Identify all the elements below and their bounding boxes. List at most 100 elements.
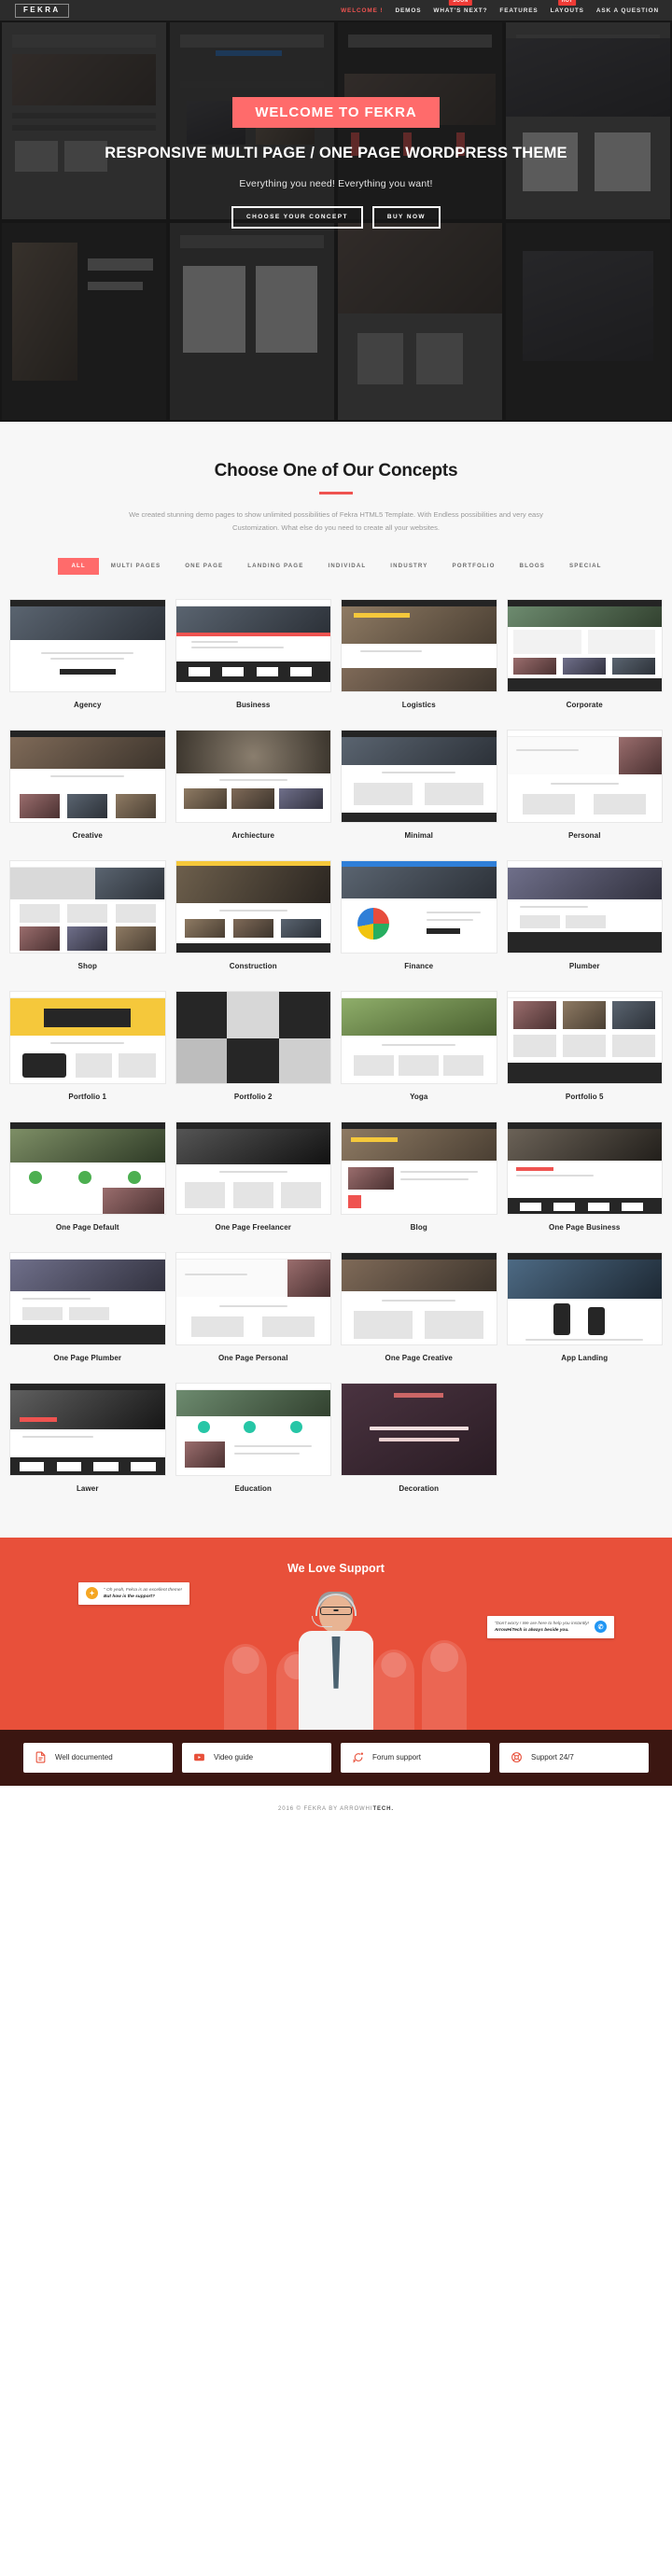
lifebuoy-icon bbox=[511, 1751, 523, 1763]
filter-landing-page[interactable]: LANDING PAGE bbox=[235, 558, 315, 575]
chat-bubble-question: ✦ " Oh yeah, Fekra is an excellent theme… bbox=[78, 1581, 189, 1606]
feature-card-support-24-7[interactable]: Support 24/7 bbox=[499, 1742, 649, 1773]
demo-card: Archiecture bbox=[175, 729, 331, 860]
demo-card: App Landing bbox=[506, 1251, 663, 1383]
demo-thumbnail-onepagecreative[interactable] bbox=[341, 1251, 497, 1345]
feature-card-well-documented[interactable]: Well documented bbox=[23, 1742, 173, 1773]
filter-individal[interactable]: INDIVIDAL bbox=[315, 558, 378, 575]
demo-thumbnail-applanding[interactable] bbox=[506, 1251, 663, 1345]
demo-label: App Landing bbox=[561, 1353, 609, 1362]
bubble-right-line2: ArrowHiTech is always beside you. bbox=[494, 1627, 569, 1633]
demo-thumbnail-creative[interactable] bbox=[9, 729, 166, 823]
demo-grid: Agency Business Logistics Corporate Creative… bbox=[9, 598, 663, 1513]
demo-card: Portfolio 5 bbox=[506, 990, 663, 1121]
document-icon bbox=[35, 1751, 47, 1763]
demo-label: One Page Business bbox=[549, 1222, 621, 1232]
demo-thumbnail-portfolio1[interactable] bbox=[9, 990, 166, 1084]
demo-card: Education bbox=[175, 1382, 331, 1513]
demo-card: One Page Personal bbox=[175, 1251, 331, 1383]
demo-thumbnail-corporate[interactable] bbox=[506, 598, 663, 692]
demo-card: Construction bbox=[175, 859, 331, 991]
filter-special[interactable]: SPECIAL bbox=[557, 558, 614, 575]
demo-thumbnail-onepageplumber[interactable] bbox=[9, 1251, 166, 1345]
demo-label: One Page Plumber bbox=[53, 1353, 122, 1362]
choose-your-concept-button[interactable]: CHOOSE YOUR CONCEPT bbox=[231, 205, 363, 230]
nav-item-layouts[interactable]: HOT LAYOUTS bbox=[551, 0, 584, 14]
demo-label: Portfolio 2 bbox=[233, 1092, 273, 1101]
hero-badge: WELCOME TO FEKRA bbox=[232, 97, 440, 128]
filter-multi-pages[interactable]: MULTI PAGES bbox=[99, 558, 173, 575]
demo-label: Lawer bbox=[76, 1483, 99, 1493]
filter-all[interactable]: ALL bbox=[58, 557, 99, 575]
filter-bar: ALL MULTI PAGES ONE PAGE LANDING PAGE INDIVI… bbox=[0, 557, 672, 575]
demo-label: Agency bbox=[74, 700, 102, 709]
nav-item-label: WELCOME ! bbox=[341, 7, 384, 14]
demo-thumbnail-education[interactable] bbox=[175, 1382, 331, 1476]
nav-item-what-s-next[interactable]: SOON WHAT'S NEXT? bbox=[433, 0, 488, 14]
demo-card: Finance bbox=[341, 859, 497, 991]
demo-thumbnail-lawer[interactable] bbox=[9, 1382, 166, 1476]
lightbulb-icon: ✦ bbox=[86, 1587, 98, 1600]
demo-card: Shop bbox=[9, 859, 166, 991]
demo-label: One Page Default bbox=[55, 1222, 119, 1232]
demo-thumbnail-blog[interactable] bbox=[341, 1121, 497, 1215]
chat-bubble-icon bbox=[352, 1751, 364, 1763]
hero-buttons: CHOOSE YOUR CONCEPT BUY NOW bbox=[0, 205, 672, 230]
chat-bubble-answer: "Don't worry ! We are here to help you i… bbox=[486, 1615, 614, 1639]
demo-label: Portfolio 5 bbox=[565, 1092, 604, 1101]
demo-thumbnail-business[interactable] bbox=[175, 598, 331, 692]
bubble-left-line2: But how is the support? bbox=[104, 1594, 155, 1599]
support-illustration bbox=[0, 1590, 672, 1730]
nav-badge: HOT bbox=[557, 0, 577, 6]
filter-industry[interactable]: INDUSTRY bbox=[378, 558, 440, 575]
demo-thumbnail-onepagedefault[interactable] bbox=[9, 1121, 166, 1215]
nav-item-features[interactable]: FEATURES bbox=[499, 7, 538, 14]
demo-thumbnail-shop[interactable] bbox=[9, 859, 166, 954]
demo-card: Blog bbox=[341, 1121, 497, 1252]
hero-content: WELCOME TO FEKRA RESPONSIVE MULTI PAGE /… bbox=[0, 97, 672, 230]
demo-thumbnail-onepagebusiness[interactable] bbox=[506, 1121, 663, 1215]
nav-item-demos[interactable]: DEMOS bbox=[395, 7, 421, 14]
demo-thumbnail-personal[interactable] bbox=[506, 729, 663, 823]
feature-card-forum-support[interactable]: Forum support bbox=[341, 1742, 490, 1773]
demo-label: Construction bbox=[229, 961, 277, 970]
demo-thumbnail-plumber[interactable] bbox=[506, 859, 663, 954]
nav-badge: SOON bbox=[449, 0, 472, 6]
demo-thumbnail-agency[interactable] bbox=[9, 598, 166, 692]
hero-subtitle: Everything you need! Everything you want… bbox=[239, 177, 433, 189]
demo-thumbnail-yoga[interactable] bbox=[341, 990, 497, 1084]
demo-thumbnail-decoration[interactable] bbox=[341, 1382, 497, 1476]
demo-label: Shop bbox=[77, 961, 97, 970]
logo[interactable]: FEKRA bbox=[15, 3, 69, 18]
demo-thumbnail-portfolio2[interactable] bbox=[175, 990, 331, 1084]
bubble-right-line1: "Don't worry ! We are here to help you i… bbox=[494, 1621, 589, 1626]
nav-item-label: WHAT'S NEXT? bbox=[433, 7, 488, 14]
filter-one-page[interactable]: ONE PAGE bbox=[173, 558, 235, 575]
demo-thumbnail-onepagepersonal[interactable] bbox=[175, 1251, 331, 1345]
nav-item-label: DEMOS bbox=[395, 7, 422, 14]
demo-thumbnail-minimal[interactable] bbox=[341, 729, 497, 823]
demo-thumbnail-construction[interactable] bbox=[175, 859, 331, 954]
demo-label: Portfolio 1 bbox=[68, 1092, 107, 1101]
demo-card: Plumber bbox=[506, 859, 663, 991]
demo-card: Portfolio 2 bbox=[175, 990, 331, 1121]
demo-label: Business bbox=[236, 700, 271, 709]
feature-card-video-guide[interactable]: Video guide bbox=[182, 1742, 331, 1773]
demo-thumbnail-onepagefreelancer[interactable] bbox=[175, 1121, 331, 1215]
filter-portfolio[interactable]: PORTFOLIO bbox=[441, 558, 508, 575]
filter-blogs[interactable]: BLOGS bbox=[508, 558, 558, 575]
demo-thumbnail-portfolio5[interactable] bbox=[506, 990, 663, 1084]
demo-card: One Page Default bbox=[9, 1121, 166, 1252]
demo-card: Lawer bbox=[9, 1382, 166, 1513]
demo-thumbnail-finance[interactable] bbox=[341, 859, 497, 954]
nav-item-ask-a-question[interactable]: ASK A QUESTION bbox=[596, 7, 659, 14]
demo-label: One Page Personal bbox=[217, 1353, 288, 1362]
demo-thumbnail-logistics[interactable] bbox=[341, 598, 497, 692]
support-section: We Love Support ✦ " Oh yeah, Fekra is an… bbox=[0, 1537, 672, 1730]
hero-section: WELCOME TO FEKRA RESPONSIVE MULTI PAGE /… bbox=[0, 21, 672, 422]
demo-thumbnail-architecture[interactable] bbox=[175, 729, 331, 823]
nav-item-welcome[interactable]: WELCOME ! bbox=[341, 7, 383, 14]
demo-label: Corporate bbox=[566, 700, 603, 709]
demo-label: Minimal bbox=[404, 830, 433, 840]
buy-now-button[interactable]: BUY NOW bbox=[371, 205, 441, 230]
